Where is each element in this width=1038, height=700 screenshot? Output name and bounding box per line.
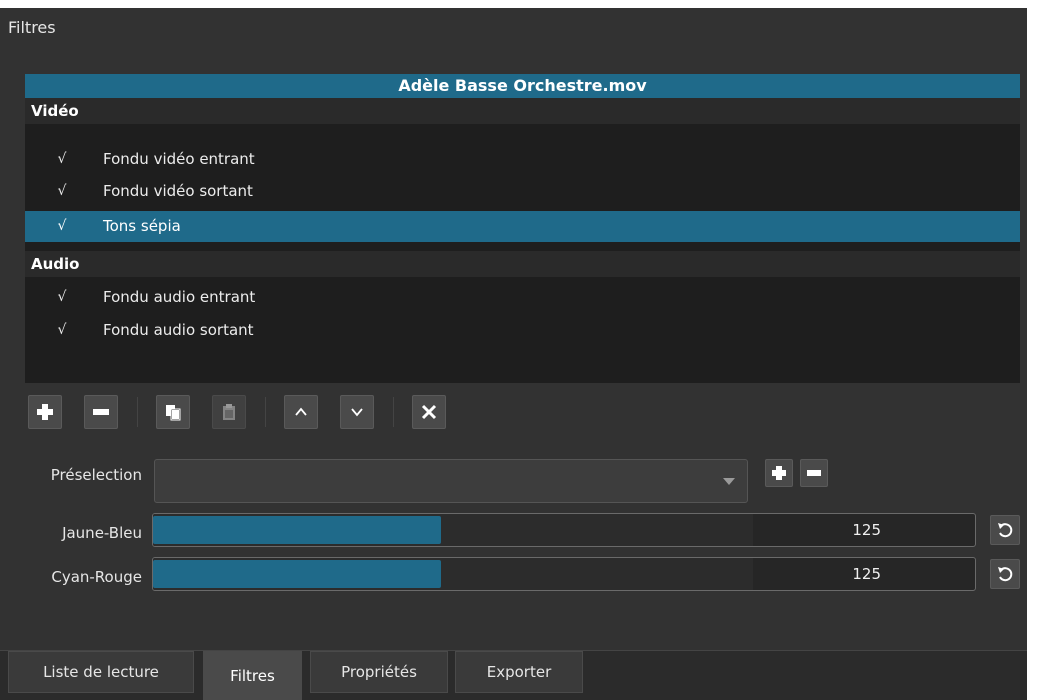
paste-icon [223, 404, 235, 420]
preset-dropdown[interactable] [154, 459, 748, 503]
filter-item-sepia[interactable]: √ Tons sépia [25, 211, 1020, 242]
tab-filters[interactable]: Filtres [203, 651, 302, 700]
filter-name: Fondu audio entrant [103, 288, 256, 306]
filter-name: Fondu vidéo sortant [103, 182, 253, 200]
add-icon [37, 404, 53, 420]
slider-yellow-blue[interactable]: 125 [152, 513, 976, 547]
filter-enabled-checkbox[interactable]: √ [52, 282, 72, 313]
copy-filter-button[interactable] [156, 395, 190, 429]
param-label-yellow-blue: Jaune-Bleu [62, 524, 142, 542]
move-down-button[interactable] [340, 395, 374, 429]
add-icon [772, 466, 786, 480]
filter-enabled-checkbox[interactable]: √ [52, 315, 72, 346]
add-preset-button[interactable] [765, 459, 793, 487]
remove-icon [93, 409, 109, 415]
video-group-header: Vidéo [25, 98, 1020, 124]
reset-icon [998, 523, 1013, 538]
chevron-down-icon [723, 478, 735, 485]
filter-name: Fondu vidéo entrant [103, 150, 255, 168]
tab-properties[interactable]: Propriétés [310, 651, 448, 693]
filter-enabled-checkbox[interactable]: √ [52, 176, 72, 207]
filter-enabled-checkbox[interactable]: √ [52, 144, 72, 175]
filter-name: Tons sépia [103, 217, 181, 235]
filter-item-fade-out-audio[interactable]: √ Fondu audio sortant [25, 315, 1020, 346]
slider-value: 125 [852, 565, 881, 583]
tab-playlist[interactable]: Liste de lecture [8, 651, 194, 693]
audio-group-header: Audio [25, 251, 1020, 277]
filter-name: Fondu audio sortant [103, 321, 254, 339]
filter-item-fade-out-video[interactable]: √ Fondu vidéo sortant [25, 176, 1020, 207]
filter-enabled-checkbox[interactable]: √ [52, 211, 72, 242]
filter-item-fade-in-video[interactable]: √ Fondu vidéo entrant [25, 144, 1020, 175]
deselect-button[interactable] [412, 395, 446, 429]
filters-panel: Filtres Adèle Basse Orchestre.mov Vidéo … [0, 8, 1027, 700]
slider-value: 125 [852, 521, 881, 539]
clear-icon [421, 404, 437, 420]
clip-name-header: Adèle Basse Orchestre.mov [25, 74, 1020, 98]
move-up-button[interactable] [284, 395, 318, 429]
move-up-icon [295, 407, 307, 416]
reset-cyan-red-button[interactable] [990, 559, 1020, 589]
filter-item-fade-in-audio[interactable]: √ Fondu audio entrant [25, 282, 1020, 313]
param-label-cyan-red: Cyan-Rouge [51, 568, 142, 586]
reset-icon [998, 567, 1013, 582]
tab-export[interactable]: Exporter [455, 651, 583, 693]
bottom-tab-bar: Liste de lecture Filtres Propriétés Expo… [0, 650, 1027, 700]
remove-icon [807, 470, 821, 476]
paste-filter-button[interactable] [212, 395, 246, 429]
move-down-icon [351, 408, 363, 417]
add-filter-button[interactable] [28, 395, 62, 429]
preset-label: Préselection [50, 466, 142, 484]
filter-toolbar [28, 395, 468, 431]
slider-cyan-red[interactable]: 125 [152, 557, 976, 591]
filter-list[interactable]: Vidéo √ Fondu vidéo entrant √ Fondu vidé… [25, 98, 1020, 383]
panel-title: Filtres [8, 18, 56, 37]
copy-icon [166, 405, 181, 421]
reset-yellow-blue-button[interactable] [990, 515, 1020, 545]
remove-preset-button[interactable] [800, 459, 828, 487]
remove-filter-button[interactable] [84, 395, 118, 429]
